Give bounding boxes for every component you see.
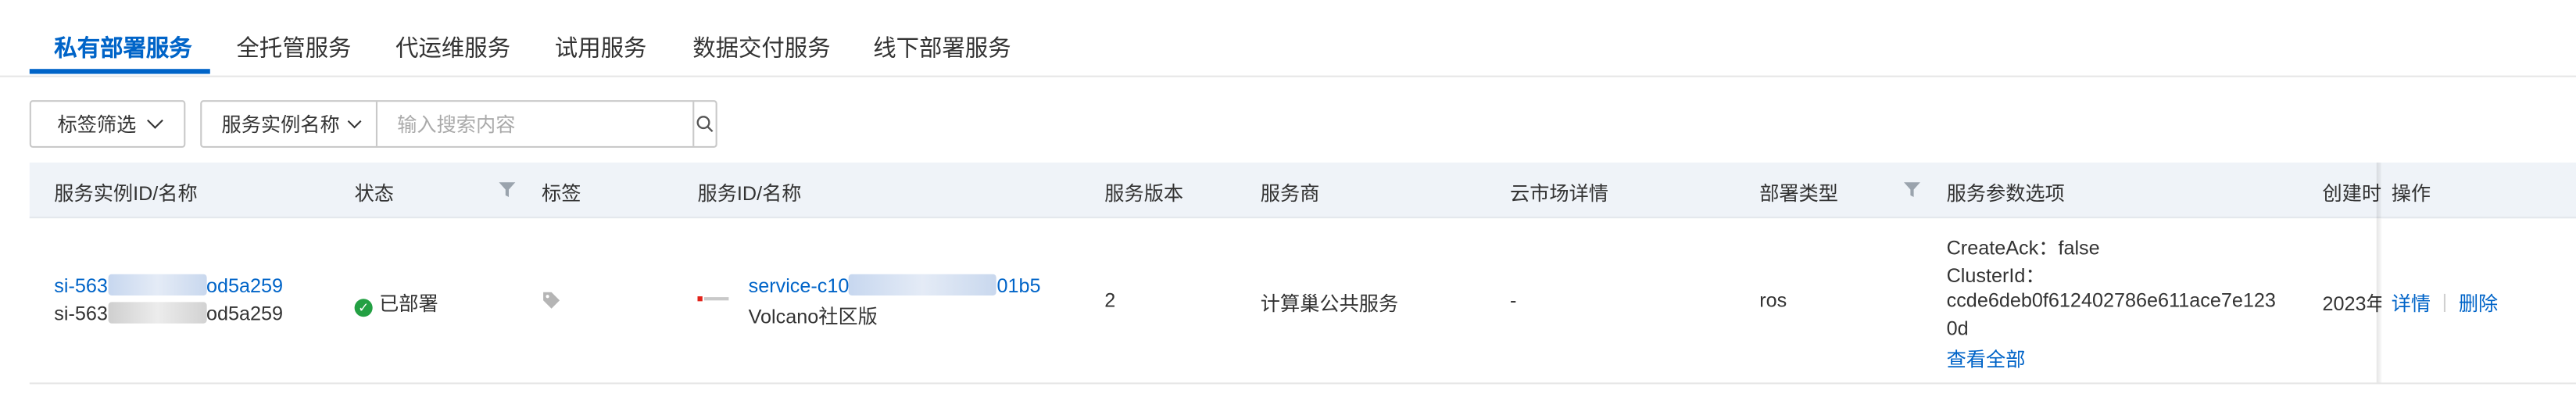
param-cluster-id-value-cont: 0d [1946, 317, 1969, 340]
param-create-ack: CreateAck：false [1946, 236, 2100, 260]
instance-name-prefix: si-563 [54, 302, 108, 325]
delete-link[interactable]: 删除 [2459, 292, 2498, 315]
instance-name: si-563 od5a259 [54, 302, 284, 325]
col-provider: 服务商 [1260, 182, 1320, 206]
row-actions: 详情 删除 [2392, 289, 2499, 317]
tab-managed-ops[interactable]: 代运维服务 [395, 31, 510, 64]
search-icon [696, 116, 714, 132]
service-id-suffix: 01b5 [996, 274, 1041, 298]
market-detail: - [1509, 288, 1517, 312]
instance-id-link[interactable]: si-563 od5a259 [54, 274, 283, 297]
service-id-prefix: service-c10 [748, 274, 850, 298]
col-tags: 标签 [541, 182, 581, 206]
col-version: 服务版本 [1104, 182, 1184, 206]
table-header: 服务实例ID/名称 状态 标签 服务ID/名称 服务版本 服务商 云市场详情 部… [29, 162, 2576, 219]
deploy-type-filter-funnel-icon[interactable] [1904, 182, 1920, 197]
instance-id-suffix: od5a259 [206, 274, 284, 298]
active-tab-indicator [29, 69, 210, 74]
instance-name-suffix: od5a259 [206, 302, 284, 325]
actions-header: 操作 [2381, 162, 2576, 219]
tab-trial[interactable]: 试用服务 [555, 31, 647, 64]
search-input[interactable] [377, 102, 693, 146]
detail-link[interactable]: 详情 [2392, 292, 2431, 315]
col-params: 服务参数选项 [1946, 182, 2065, 206]
tag-icon[interactable] [542, 291, 561, 310]
col-deploy-type: 部署类型 [1759, 182, 1839, 206]
view-all-params-link[interactable]: 查看全部 [1947, 345, 2026, 373]
redacted-text [107, 302, 206, 324]
redacted-text [107, 274, 206, 296]
check-circle-icon: ✓ [354, 299, 373, 317]
col-market-detail: 云市场详情 [1509, 182, 1609, 206]
col-status: 状态 [354, 182, 395, 206]
search-field-label: 服务实例名称 [221, 113, 340, 137]
tag-filter-button[interactable]: 标签筛选 [29, 100, 186, 148]
actions-column: 操作 详情 删除 [2381, 162, 2576, 383]
chevron-down-icon [347, 113, 362, 128]
chevron-down-icon [147, 112, 163, 129]
service-version: 2 [1104, 288, 1116, 312]
table-row: si-563 od5a259 si-563 od5a259 ✓ 已部署 service… [29, 218, 2576, 385]
volcano-logo-icon [697, 296, 729, 302]
tab-data-delivery[interactable]: 数据交付服务 [692, 31, 830, 64]
search-group: 服务实例名称 [200, 100, 717, 148]
search-button[interactable] [692, 102, 715, 146]
tab-fully-managed[interactable]: 全托管服务 [236, 31, 351, 64]
param-cluster-id-value: ccde6deb0f612402786e611ace7e123 [1946, 288, 2276, 312]
tab-offline-deploy[interactable]: 线下部署服务 [873, 31, 1011, 64]
search-field-select[interactable]: 服务实例名称 [202, 102, 377, 146]
service-id-link[interactable]: service-c10 01b5 [749, 274, 1041, 297]
service-provider: 计算巢公共服务 [1260, 292, 1399, 316]
status-filter-funnel-icon[interactable] [499, 182, 516, 197]
col-service-id: 服务ID/名称 [697, 182, 802, 206]
deploy-type: ros [1759, 288, 1787, 312]
instance-id-prefix: si-563 [54, 274, 108, 298]
col-instance-id: 服务实例ID/名称 [54, 182, 198, 206]
param-cluster-id-label: ClusterId： [1946, 264, 2045, 288]
status-text: 已部署 [379, 292, 438, 316]
redacted-text [849, 274, 997, 296]
service-type-tabs: 私有部署服务 全托管服务 代运维服务 试用服务 数据交付服务 线下部署服务 [0, 0, 2576, 77]
action-divider [2443, 293, 2446, 312]
col-actions: 操作 [2391, 182, 2431, 206]
col-created: 创建时 [2322, 182, 2382, 206]
status-cell: ✓ 已部署 [354, 289, 438, 317]
tab-private-deploy[interactable]: 私有部署服务 [54, 31, 191, 64]
tag-filter-label: 标签筛选 [57, 113, 137, 137]
service-name: Volcano社区版 [748, 305, 878, 328]
